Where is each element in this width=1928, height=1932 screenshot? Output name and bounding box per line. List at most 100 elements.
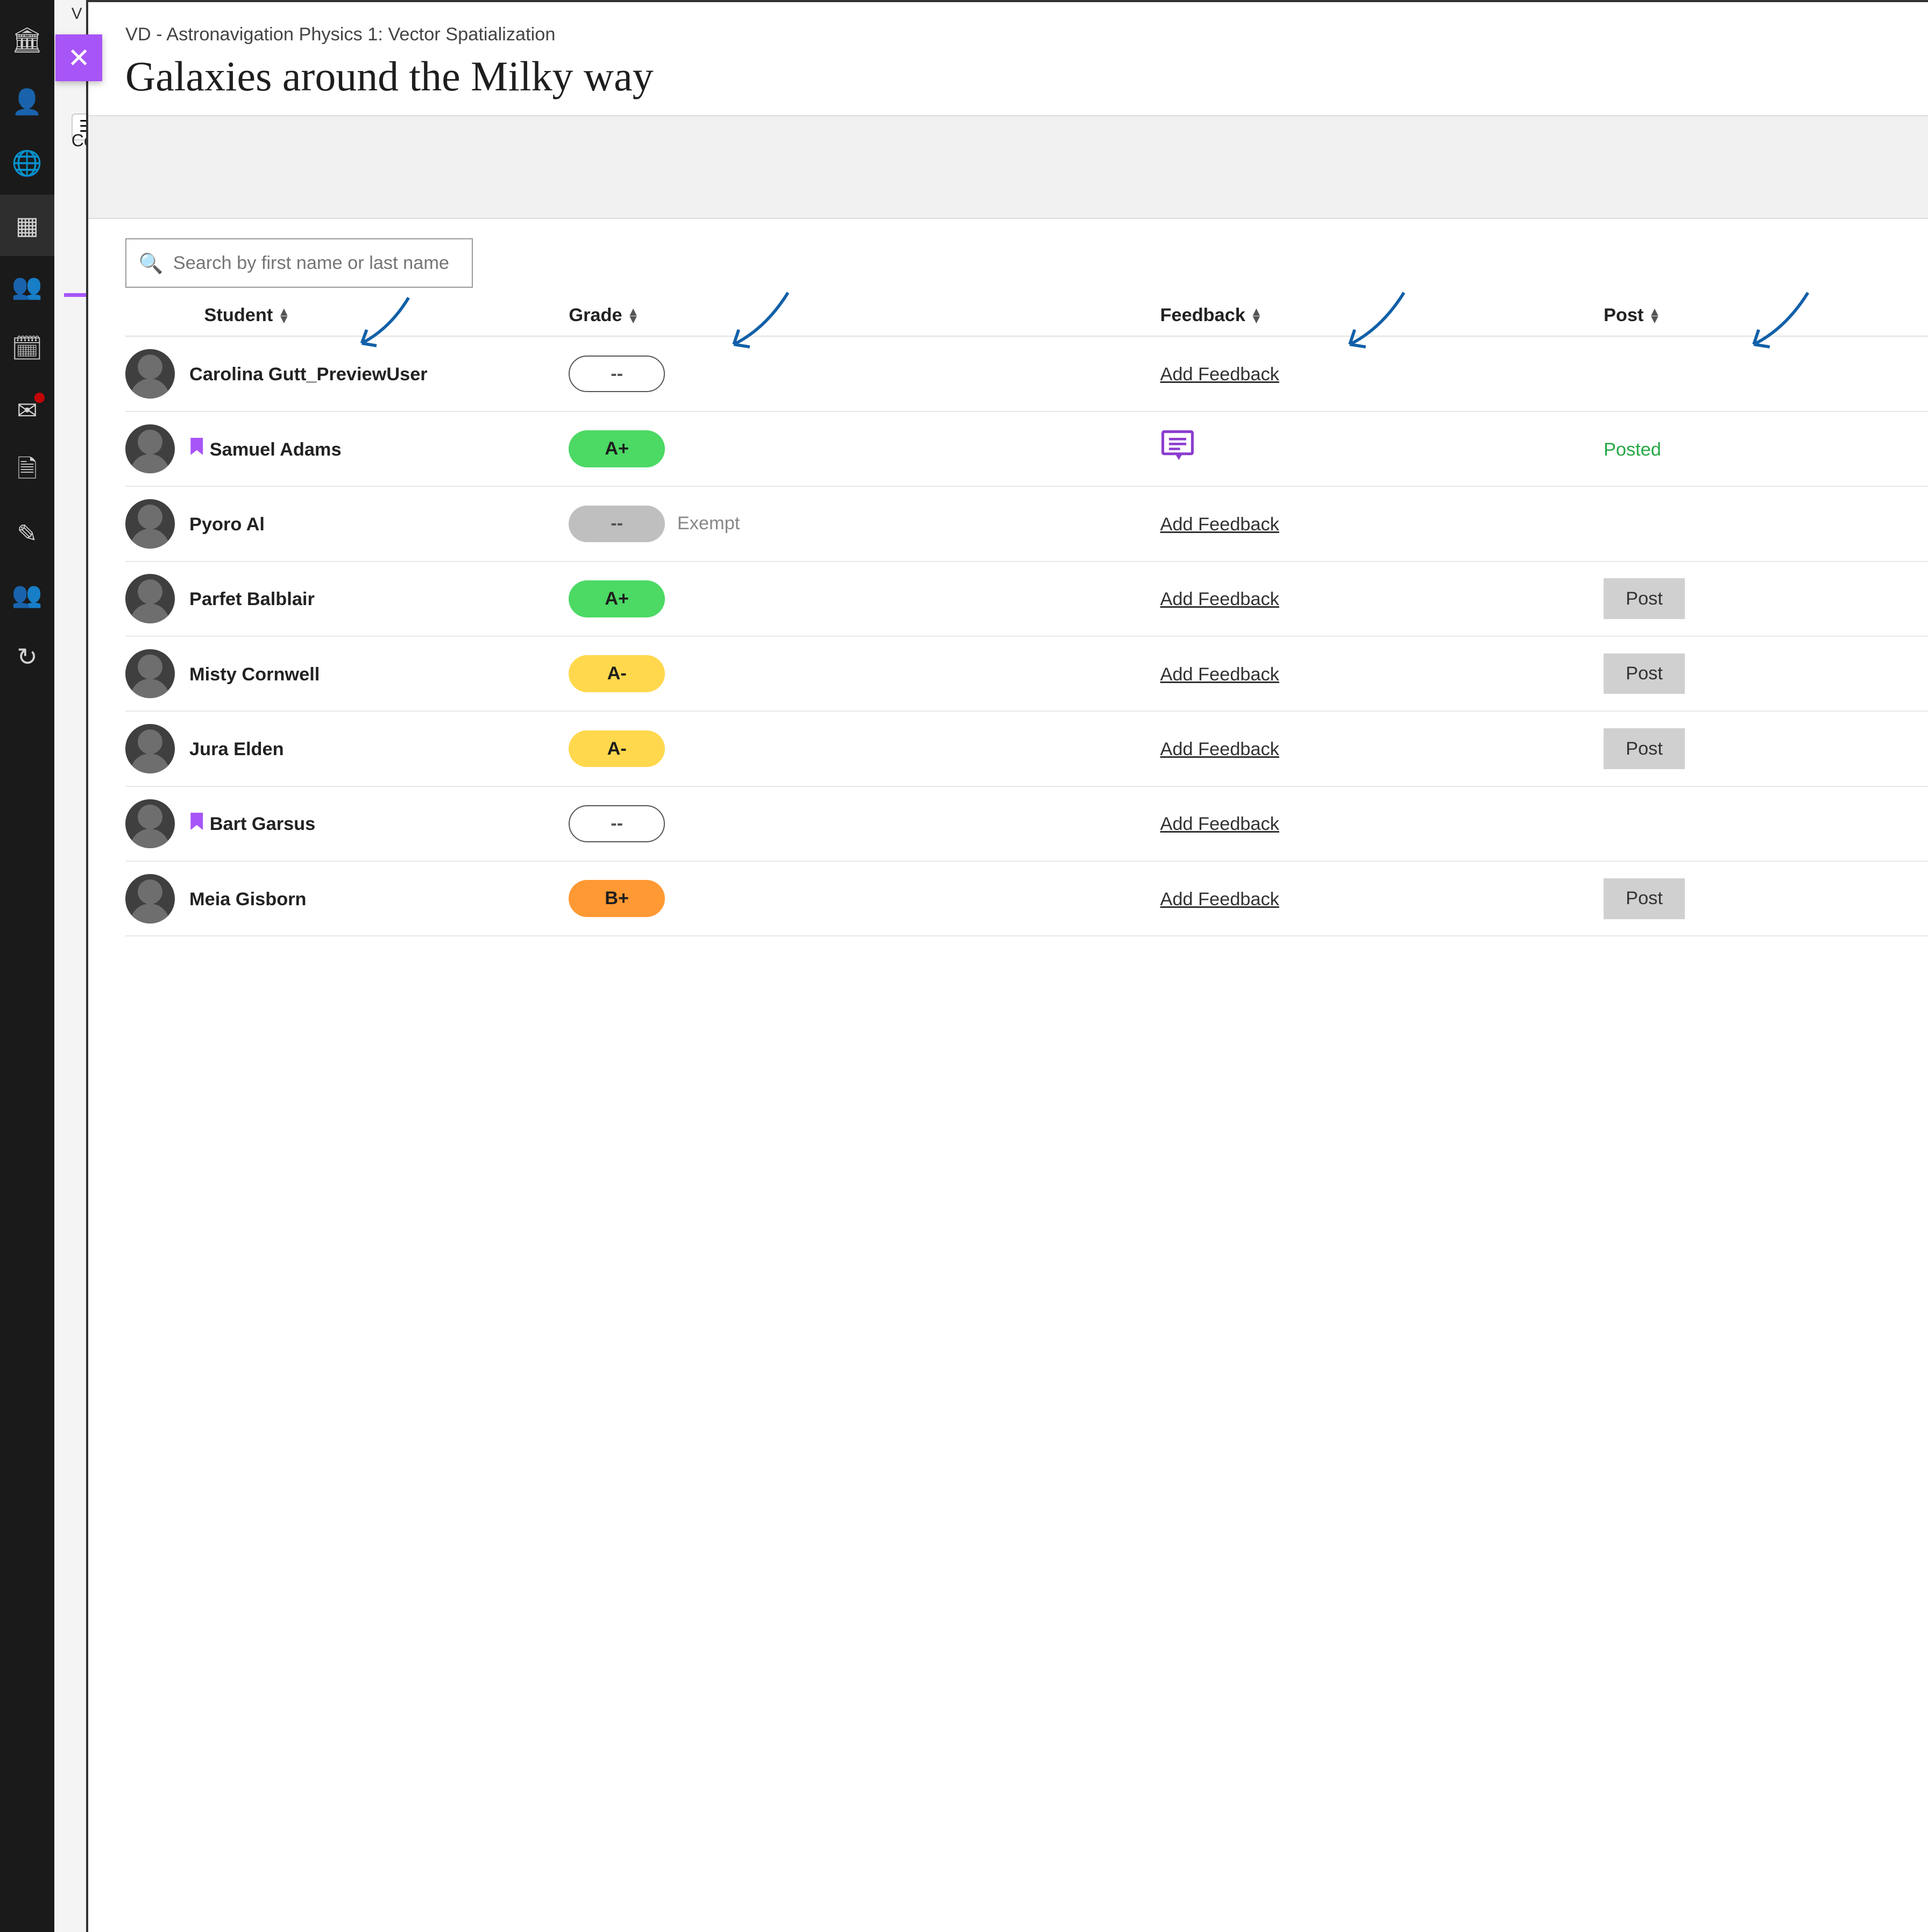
feedback-icon[interactable] [1160,435,1195,468]
post-cell: Post [1604,578,1928,619]
column-header-feedback[interactable]: Feedback ▲▼ [1160,305,1604,326]
user-icon[interactable]: 👤 [0,72,54,133]
bookmark-icon [189,440,204,459]
post-button[interactable]: Post [1604,728,1685,769]
grade-cell[interactable]: A- [569,655,1160,692]
grade-cell[interactable]: -- [569,805,1160,842]
messages-icon[interactable]: ✉ [0,379,54,441]
feedback-cell: Add Feedback [1160,663,1604,685]
grade-pill[interactable]: A- [569,730,665,768]
controls-row: 🔍 25 ▼ items per page [88,219,1928,295]
post-cell: Post [1604,878,1928,919]
close-icon: ✕ [67,42,90,74]
grade-pill[interactable]: -- [569,805,665,842]
student-cell[interactable]: Carolina Gutt_PreviewUser [125,349,569,399]
post-button[interactable]: Post [1604,654,1685,694]
add-feedback-link[interactable]: Add Feedback [1160,364,1279,385]
post-button[interactable]: Post [1604,578,1685,619]
table-row: Samuel Adams A+ Posted [125,412,1928,487]
student-name: Parfet Balblair [189,589,315,609]
feedback-cell: Add Feedback [1160,737,1604,760]
student-name: Carolina Gutt_PreviewUser [189,364,428,385]
edit-icon[interactable]: ✎ [0,502,54,564]
left-rail: 🏛 👤 🌐 ▦ 👥 🗓 ✉ 🗎 ✎ 👥 ↻ Pri Ter [0,0,54,1932]
column-header-grade[interactable]: Grade ▲▼ [569,305,1160,326]
grade-cell[interactable]: A+ [569,430,1160,467]
add-feedback-link[interactable]: Add Feedback [1160,739,1279,759]
avatar [125,799,175,849]
post-cell: Post [1604,728,1928,769]
avatar [125,499,175,549]
groups-icon[interactable]: 👥 [0,256,54,318]
avatar [125,724,175,773]
column-grade-label: Grade [569,305,622,326]
grade-pill[interactable]: -- [569,356,665,393]
refresh-icon[interactable]: ↻ [0,626,54,687]
student-name: Jura Elden [189,739,284,759]
grade-pill[interactable]: -- [569,506,665,543]
grid-icon[interactable]: ▦ [0,195,54,257]
avatar [125,349,175,399]
grade-pill[interactable]: A+ [569,580,665,617]
grade-cell[interactable]: A+ [569,580,1160,617]
search-input[interactable] [173,253,459,274]
avatar [125,424,175,474]
feedback-cell: Add Feedback [1160,363,1604,385]
table-row: Pyoro Al -- Exempt Add Feedback [125,487,1928,562]
grade-pill[interactable]: A- [569,655,665,692]
main-panel: VD - Astronavigation Physics 1: Vector S… [86,0,1928,1932]
column-student-label: Student [204,305,273,326]
search-icon: 🔍 [139,252,164,275]
student-cell[interactable]: Pyoro Al [125,499,569,549]
close-button[interactable]: ✕ [55,34,102,81]
calendar-icon[interactable]: 🗓 [0,318,54,380]
student-cell[interactable]: Misty Cornwell [125,649,569,699]
add-feedback-link[interactable]: Add Feedback [1160,514,1279,535]
student-cell[interactable]: Bart Garsus [125,799,569,849]
table-row: Carolina Gutt_PreviewUser -- Add Feedback [125,337,1928,411]
grades-table: Student ▲▼ Grade ▲▼ Feedback ▲▼ Post ▲▼ … [88,295,1928,937]
post-cell: Posted [1604,438,1928,460]
bookmark-icon [189,814,204,834]
add-feedback-link[interactable]: Add Feedback [1160,589,1279,609]
mid-active-stripe [64,293,86,297]
header: VD - Astronavigation Physics 1: Vector S… [88,2,1928,116]
student-name: Bart Garsus [210,814,316,834]
grade-cell[interactable]: -- [569,356,1160,393]
column-headers: Student ▲▼ Grade ▲▼ Feedback ▲▼ Post ▲▼ [125,295,1928,337]
column-header-post[interactable]: Post ▲▼ [1604,305,1928,326]
exempt-label: Exempt [677,513,740,534]
student-name: Samuel Adams [210,439,342,460]
avatar [125,649,175,699]
breadcrumb: VD - Astronavigation Physics 1: Vector S… [125,24,654,45]
student-name: Pyoro Al [189,514,265,535]
grade-cell[interactable]: A- [569,730,1160,768]
globe-icon[interactable]: 🌐 [0,133,54,195]
table-row: Meia Gisborn B+ Add Feedback Post [125,862,1928,936]
grade-pill[interactable]: A+ [569,430,665,467]
student-name: Meia Gisborn [189,889,306,910]
page-title: Galaxies around the Milky way [125,53,654,101]
sort-icon: ▲▼ [627,308,640,323]
document-icon[interactable]: 🗎 [0,441,54,503]
people-icon[interactable]: 👥 [0,564,54,626]
student-cell[interactable]: Jura Elden [125,724,569,773]
student-cell[interactable]: Meia Gisborn [125,874,569,924]
post-button[interactable]: Post [1604,878,1685,919]
grade-cell[interactable]: -- Exempt [569,506,1160,543]
column-header-student[interactable]: Student ▲▼ [125,305,569,326]
institution-icon[interactable]: 🏛 [0,10,54,72]
search-box[interactable]: 🔍 [125,238,473,288]
sort-icon: ▲▼ [1649,308,1661,323]
posted-label: Posted [1604,439,1661,460]
post-cell: Post [1604,654,1928,694]
stats-bar: 7 TO GRADE 4 TO POST Post all grades [88,116,1928,218]
student-cell[interactable]: Parfet Balblair [125,574,569,623]
grade-cell[interactable]: B+ [569,880,1160,917]
add-feedback-link[interactable]: Add Feedback [1160,814,1279,834]
grade-pill[interactable]: B+ [569,880,665,917]
add-feedback-link[interactable]: Add Feedback [1160,889,1279,910]
student-cell[interactable]: Samuel Adams [125,424,569,474]
add-feedback-link[interactable]: Add Feedback [1160,664,1279,685]
table-row: Jura Elden A- Add Feedback Post [125,712,1928,786]
